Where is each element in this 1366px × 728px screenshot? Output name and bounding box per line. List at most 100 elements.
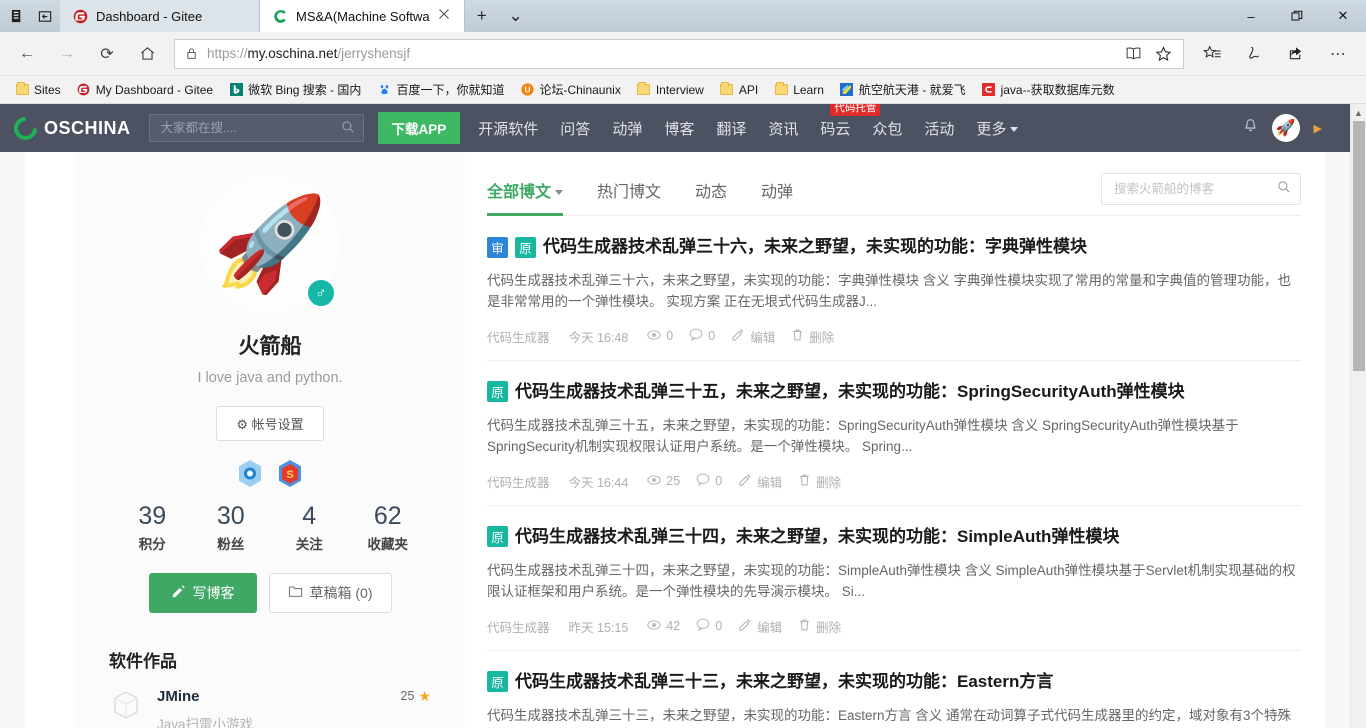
home-button[interactable]: [128, 37, 166, 71]
nav-item-8[interactable]: 活动: [924, 118, 954, 139]
medal-red-icon[interactable]: S: [277, 459, 303, 488]
page-scrollbar[interactable]: ▲: [1350, 104, 1366, 728]
expand-icon[interactable]: ▶: [1314, 122, 1322, 135]
more-button[interactable]: ⋯: [1318, 37, 1358, 71]
software-star-count: 25: [401, 689, 415, 703]
stat-item[interactable]: 62收藏夹: [349, 502, 428, 553]
stat-value: 39: [113, 502, 192, 531]
bookmark-item[interactable]: 百度一下，你就知道: [370, 78, 511, 101]
post-title[interactable]: 代码生成器技术乱弹三十五，未来之野望，未实现的功能：SpringSecurity…: [515, 381, 1185, 403]
scroll-up-arrow[interactable]: ▲: [1351, 104, 1366, 121]
drafts-button[interactable]: 草稿箱 (0): [269, 573, 392, 613]
post-category[interactable]: 代码生成器: [487, 472, 550, 491]
search-icon[interactable]: [341, 120, 355, 137]
bookmark-item[interactable]: API: [713, 80, 765, 100]
chevron-down-icon[interactable]: ⌄: [499, 0, 533, 32]
blog-search-input[interactable]: [1114, 182, 1277, 196]
nav-item-2[interactable]: 动弹: [612, 118, 642, 139]
software-name[interactable]: JMine: [157, 688, 387, 705]
bookmark-item[interactable]: Sites: [8, 80, 68, 100]
bookmark-label: 百度一下，你就知道: [396, 81, 504, 98]
account-settings-button[interactable]: ⚙ 帐号设置: [216, 406, 324, 441]
window-stack-icon[interactable]: [8, 7, 26, 25]
blog-post[interactable]: 原代码生成器技术乱弹三十三，未来之野望，未实现的功能：Eastern方言代码生成…: [487, 651, 1301, 728]
post-category[interactable]: 代码生成器: [487, 327, 550, 346]
refresh-button[interactable]: ⟳: [88, 37, 126, 71]
oschina-logo[interactable]: OSCHINA: [14, 117, 131, 140]
post-title[interactable]: 代码生成器技术乱弹三十三，未来之野望，未实现的功能：Eastern方言: [515, 671, 1053, 693]
nav-item-label: 更多: [976, 121, 1006, 138]
bookmark-item[interactable]: Learn: [767, 80, 831, 100]
write-blog-button[interactable]: 写博客: [149, 573, 257, 613]
blog-post[interactable]: 原代码生成器技术乱弹三十四，未来之野望，未实现的功能：SimpleAuth弹性模…: [487, 506, 1301, 651]
blog-post[interactable]: 审原代码生成器技术乱弹三十六，未来之野望，未实现的功能：字典弹性模块代码生成器技…: [487, 216, 1301, 361]
nav-item-5[interactable]: 资讯: [768, 118, 798, 139]
nav-item-4[interactable]: 翻译: [716, 118, 746, 139]
search-icon[interactable]: [1277, 180, 1291, 197]
minimize-button[interactable]: –: [1228, 0, 1274, 32]
chevron-down-icon[interactable]: [555, 190, 563, 195]
bookmark-item[interactable]: Interview: [630, 80, 711, 100]
delete-post-button[interactable]: 删除: [798, 472, 841, 491]
nav-item-7[interactable]: 众包: [872, 118, 902, 139]
post-title[interactable]: 代码生成器技术乱弹三十六，未来之野望，未实现的功能：字典弹性模块: [543, 236, 1087, 258]
browser-tab-1[interactable]: MS&A(Machine Softwa: [260, 0, 465, 32]
edit-post-button[interactable]: 编辑: [731, 327, 775, 346]
post-title[interactable]: 代码生成器技术乱弹三十四，未来之野望，未实现的功能：SimpleAuth弹性模块: [515, 526, 1119, 548]
nav-item-6[interactable]: 码云代码托管: [820, 118, 850, 139]
site-search[interactable]: [149, 114, 364, 142]
blog-tab-1[interactable]: 热门博文: [597, 170, 661, 215]
stat-item[interactable]: 39积分: [113, 502, 192, 553]
book-icon[interactable]: [1123, 44, 1143, 64]
bookmark-item[interactable]: 微软 Bing 搜索 - 国内: [222, 78, 368, 101]
web-note-icon[interactable]: [1234, 37, 1274, 71]
stat-item[interactable]: 4关注: [270, 502, 349, 553]
browser-tab-0[interactable]: Dashboard - Gitee: [60, 0, 260, 32]
bookmark-item[interactable]: 航空航天港 - 就爱飞: [833, 78, 973, 101]
page-content: 🚀 ♂ 火箭船 I love java and python. ⚙ 帐号设置: [25, 152, 1325, 728]
blog-post[interactable]: 原代码生成器技术乱弹三十五，未来之野望，未实现的功能：SpringSecurit…: [487, 361, 1301, 506]
blog-tabs-inner: 全部博文热门博文动态动弹: [487, 170, 827, 215]
bell-icon[interactable]: [1243, 118, 1258, 138]
favorites-hub-icon[interactable]: [1192, 37, 1232, 71]
scrollbar-thumb[interactable]: [1353, 121, 1365, 371]
user-avatar[interactable]: 🚀: [1272, 114, 1300, 142]
download-app-button[interactable]: 下载APP: [378, 112, 461, 144]
edit-label: 编辑: [757, 472, 782, 491]
blog-tab-2[interactable]: 动态: [695, 170, 727, 215]
close-button[interactable]: ✕: [1320, 0, 1366, 32]
gender-badge: ♂: [306, 278, 336, 308]
nav-item-3[interactable]: 博客: [664, 118, 694, 139]
delete-post-button[interactable]: 删除: [798, 617, 841, 636]
post-category[interactable]: 代码生成器: [487, 617, 550, 636]
share-icon[interactable]: [1276, 37, 1316, 71]
new-tab-button[interactable]: +: [465, 0, 499, 32]
nav-item-0[interactable]: 开源软件: [478, 118, 538, 139]
post-summary: 代码生成器技术乱弹三十四，未来之野望，未实现的功能：SimpleAuth弹性模块…: [487, 561, 1301, 603]
bookmark-item[interactable]: U论坛-Chinaunix: [513, 78, 627, 101]
address-bar[interactable]: https://my.oschina.net/jerryshensjf: [174, 39, 1184, 69]
nav-item-1[interactable]: 问答: [560, 118, 590, 139]
site-search-input[interactable]: [161, 121, 341, 135]
lock-icon: [185, 47, 199, 61]
split-screen-icon[interactable]: [36, 7, 54, 25]
profile-bio: I love java and python.: [109, 370, 431, 386]
close-icon[interactable]: [438, 8, 454, 24]
edit-post-button[interactable]: 编辑: [738, 472, 782, 491]
star-icon[interactable]: [1153, 44, 1173, 64]
forward-button[interactable]: →: [48, 37, 86, 71]
blog-tab-0[interactable]: 全部博文: [487, 170, 563, 215]
nav-item-9[interactable]: 更多: [976, 118, 1018, 139]
post-list: 审原代码生成器技术乱弹三十六，未来之野望，未实现的功能：字典弹性模块代码生成器技…: [487, 216, 1301, 728]
restore-button[interactable]: [1274, 0, 1320, 32]
medal-blue-icon[interactable]: [237, 459, 263, 488]
edit-post-button[interactable]: 编辑: [738, 617, 782, 636]
software-item[interactable]: JMineJava扫雷小游戏25★: [109, 672, 431, 728]
bookmark-item[interactable]: My Dashboard - Gitee: [70, 80, 220, 100]
back-button[interactable]: ←: [8, 37, 46, 71]
blog-tab-3[interactable]: 动弹: [761, 170, 793, 215]
blog-search[interactable]: [1101, 173, 1301, 205]
stat-item[interactable]: 30粉丝: [192, 502, 271, 553]
bookmark-item[interactable]: java--获取数据库元数: [975, 78, 1122, 101]
delete-post-button[interactable]: 删除: [791, 327, 834, 346]
